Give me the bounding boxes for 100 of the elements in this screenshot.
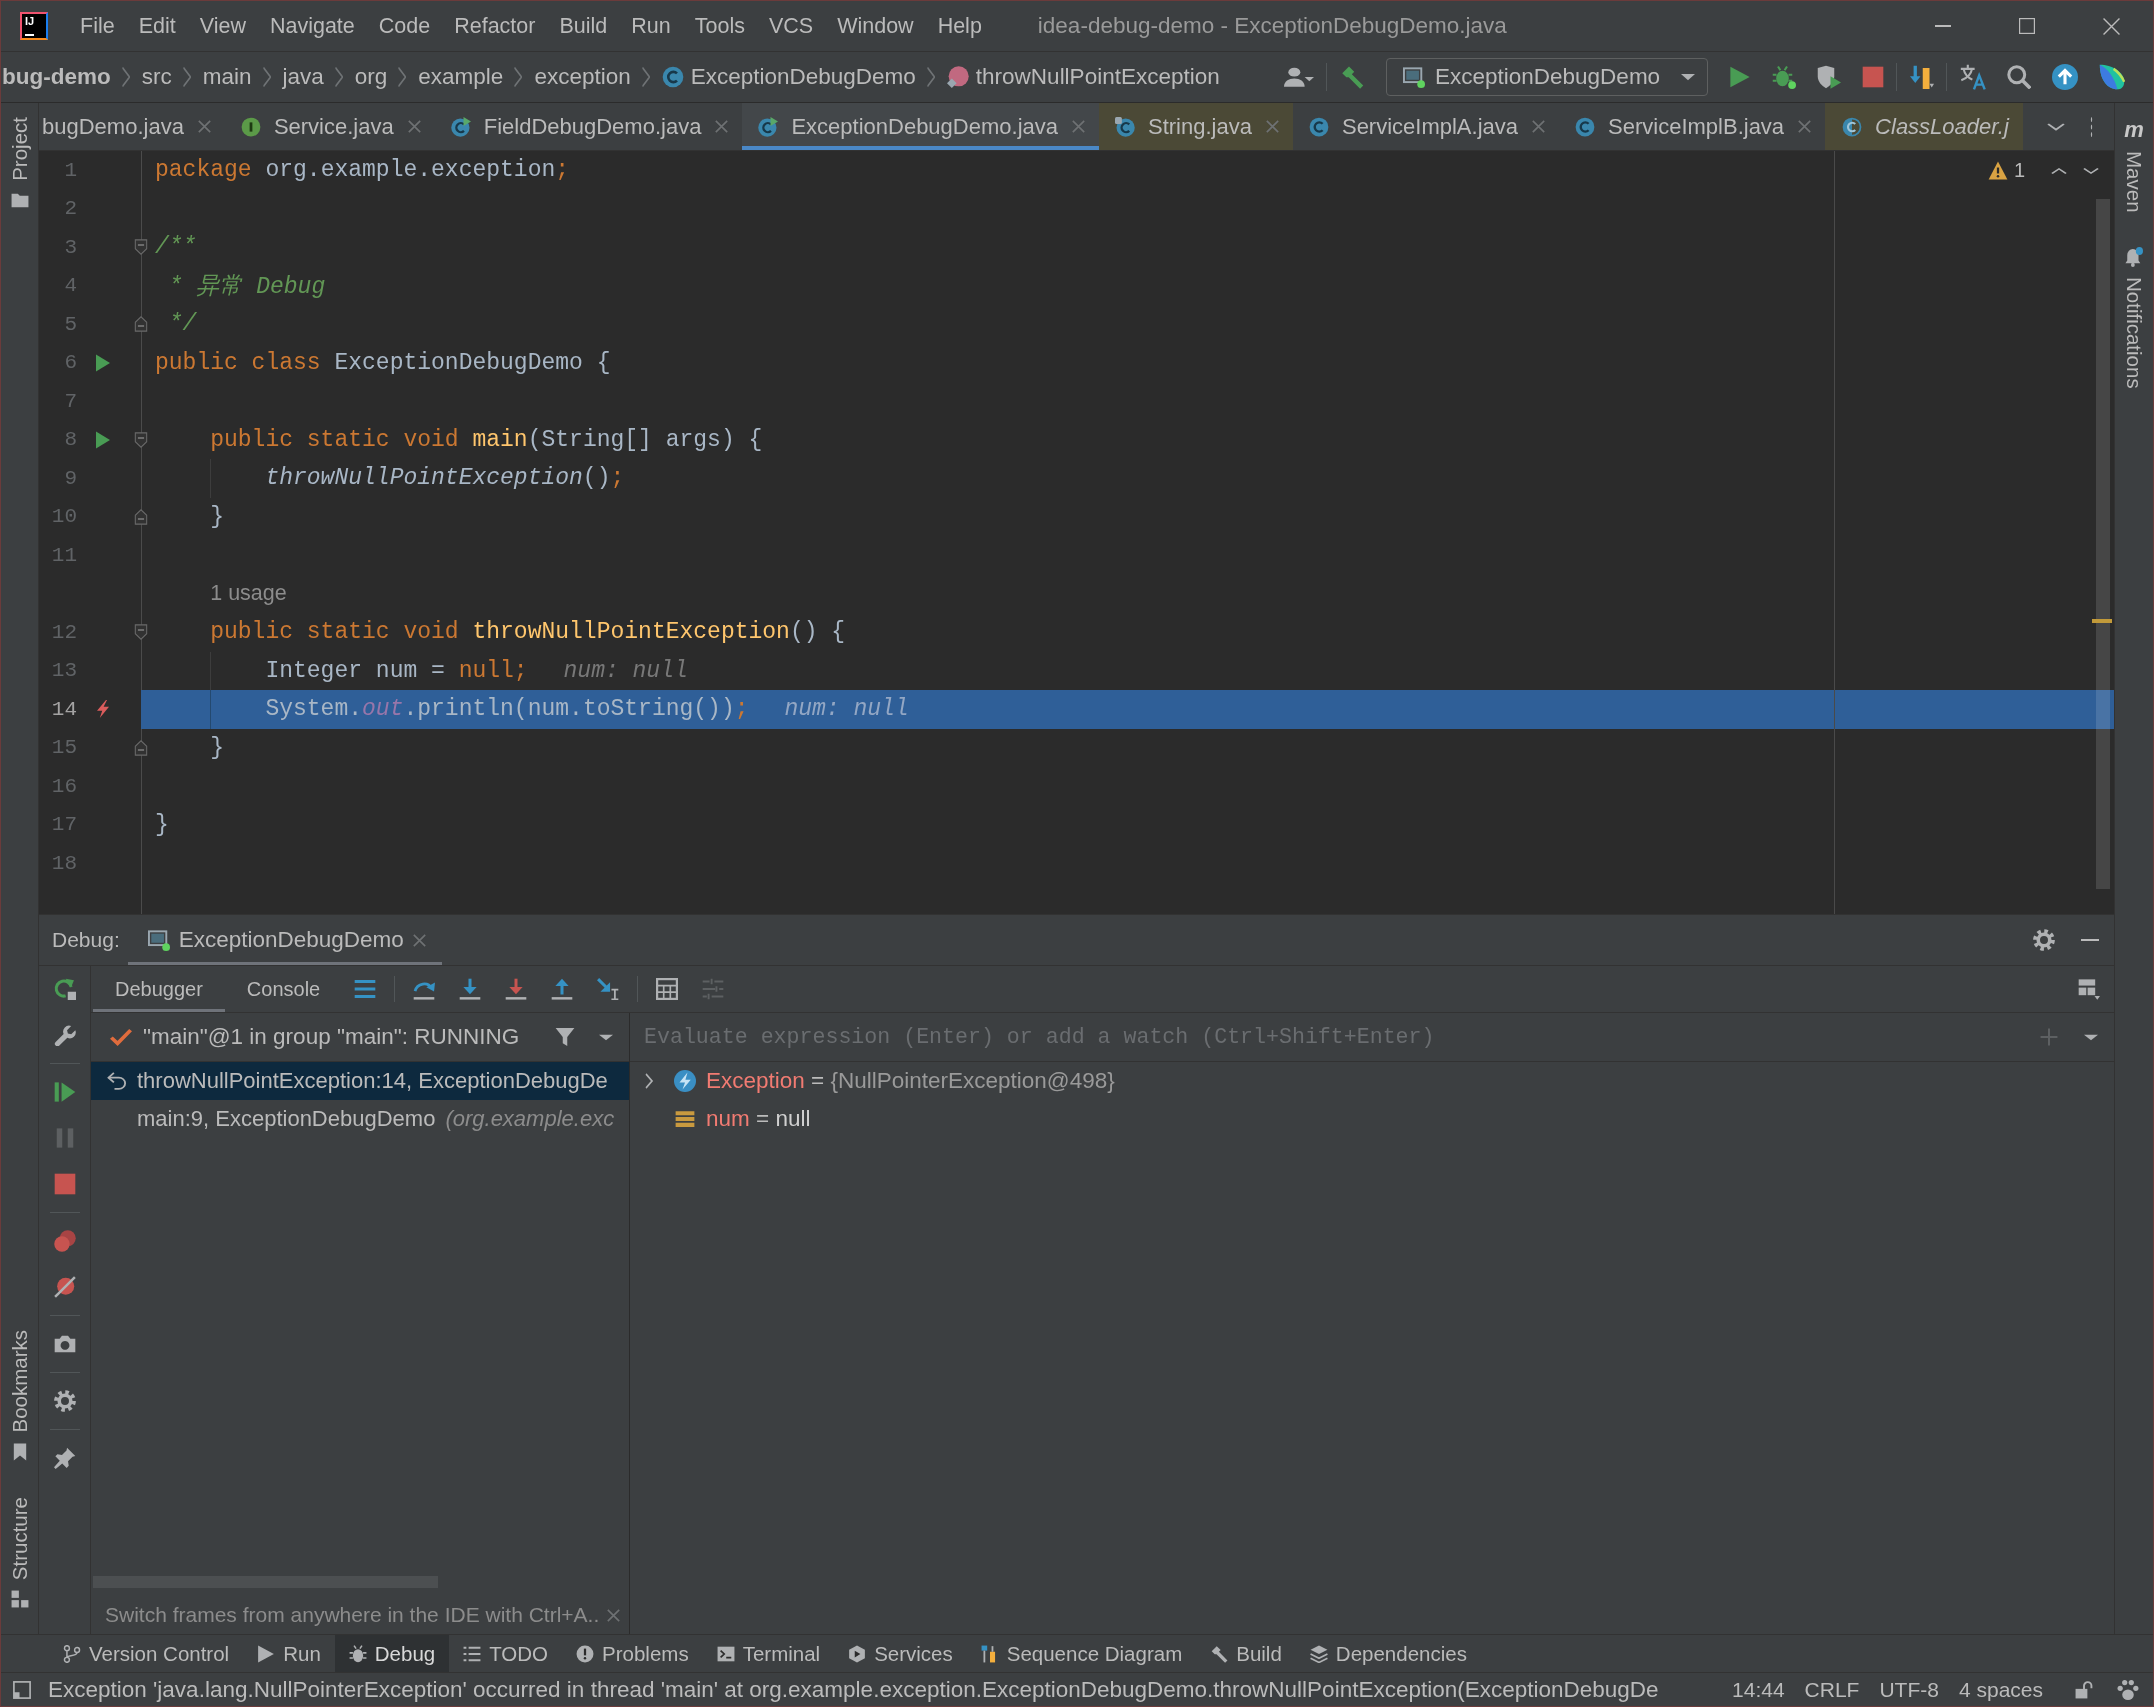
status-item[interactable]: 14:44 [1722, 1677, 1795, 1702]
editor-tab[interactable]: String.java [1099, 103, 1293, 150]
menu-item[interactable]: File [68, 13, 127, 39]
menu-item[interactable]: Help [925, 13, 994, 39]
menu-item[interactable]: Run [619, 13, 683, 39]
pin-icon[interactable] [53, 1447, 76, 1469]
menu-item[interactable]: View [187, 13, 258, 39]
chevron-up-icon[interactable] [2051, 165, 2067, 176]
editor-tab[interactable]: ServiceImplB.java [1559, 103, 1826, 150]
run-icon[interactable] [95, 353, 111, 372]
force-step-into-icon[interactable] [505, 978, 528, 1000]
tool-window-button[interactable]: Sequence Diagram [966, 1635, 1197, 1672]
bug-icon[interactable] [1771, 65, 1796, 89]
tool-window-button[interactable]: Terminal [702, 1635, 835, 1672]
breadcrumb-item[interactable]: ExceptionDebugDemo [661, 64, 916, 90]
status-item[interactable]: UTF-8 [1869, 1677, 1949, 1702]
tool-window-button[interactable]: Build [1196, 1635, 1296, 1672]
fold-marker-icon[interactable] [134, 624, 148, 641]
rerun-icon[interactable] [53, 978, 76, 1000]
editor-tab[interactable]: bugDemo.java [39, 103, 225, 150]
camera-icon[interactable] [53, 1333, 76, 1355]
maximize-icon[interactable] [2019, 18, 2035, 34]
chevron-down-icon[interactable] [2083, 165, 2099, 176]
editor-tab[interactable]: ExceptionDebugDemo.java [742, 103, 1099, 150]
variable-tree-item[interactable]: Exception = {NullPointerException@498} [630, 1062, 2114, 1100]
stop-icon[interactable] [53, 1173, 76, 1195]
fold-marker-icon[interactable] [134, 239, 148, 256]
breakpoints-icon[interactable] [53, 1230, 76, 1252]
status-item[interactable]: CRLF [1794, 1677, 1870, 1702]
vcs-update-icon[interactable] [1909, 65, 1934, 89]
breadcrumb-item[interactable]: exception [534, 64, 631, 90]
tool-window-button[interactable]: TODO [449, 1635, 563, 1672]
stop-icon[interactable] [1861, 66, 1884, 88]
paw-icon[interactable] [2117, 1678, 2139, 1701]
leaf-logo-icon[interactable] [2098, 64, 2125, 90]
breadcrumb-item[interactable]: example [418, 64, 504, 90]
breadcrumb-item[interactable]: main [202, 64, 252, 90]
search-icon[interactable] [2006, 65, 2031, 89]
lightning-icon[interactable] [95, 700, 111, 719]
thread-selector[interactable]: "main"@1 in group "main": RUNNING [110, 1024, 555, 1050]
menu-item[interactable]: Window [825, 13, 926, 39]
tool-window-button[interactable]: Bookmarks [7, 1330, 32, 1461]
warning-count[interactable]: 1 [2013, 159, 2025, 182]
step-into-icon[interactable] [459, 978, 482, 1000]
editor-tab[interactable]: ClassLoader.j [1825, 103, 2023, 150]
breadcrumb-item[interactable]: java [282, 64, 324, 90]
vertical-scrollbar[interactable] [2096, 199, 2110, 889]
settings-icon[interactable] [53, 1390, 76, 1412]
tool-window-button[interactable]: Notifications [2122, 246, 2146, 389]
calculator-icon[interactable] [656, 978, 679, 1000]
breadcrumb-item[interactable]: bug-demo [2, 64, 111, 90]
mute-breakpoints-icon[interactable] [53, 1276, 76, 1298]
filter-icon[interactable] [555, 1027, 575, 1047]
user-dropdown-icon[interactable] [1283, 66, 1314, 88]
menu-item[interactable]: Code [366, 13, 443, 39]
caret-down-icon[interactable] [2084, 1032, 2098, 1042]
session-tab[interactable]: ExceptionDebugDemo [127, 915, 442, 965]
more-vertical-icon[interactable] [2089, 116, 2094, 137]
settings-icon[interactable] [2033, 929, 2055, 951]
tool-window-button[interactable]: Problems [562, 1635, 703, 1672]
usages-hint[interactable]: 1 usage [210, 581, 287, 607]
editor-tab[interactable]: ServiceImplA.java [1292, 103, 1560, 150]
close-icon[interactable] [2102, 17, 2120, 35]
run-icon[interactable] [1728, 66, 1751, 88]
breadcrumb-item[interactable]: throwNullPointException [946, 64, 1220, 90]
menu-item[interactable]: VCS [756, 13, 826, 39]
editor-tab[interactable]: FieldDebugDemo.java [434, 103, 743, 150]
tool-window-button[interactable]: Dependencies [1295, 1635, 1481, 1672]
stack-frame[interactable]: throwNullPointException:14, ExceptionDebugDe [91, 1062, 629, 1100]
translate-icon[interactable] [1959, 64, 1986, 90]
tool-window-button[interactable]: Run [243, 1635, 335, 1672]
run-icon[interactable] [95, 430, 111, 449]
lock-icon[interactable] [2075, 1680, 2093, 1699]
status-message[interactable]: Exception 'java.lang.NullPointerException' occurred in thread 'main' at org.example.exception.ExceptionDebugDemo.throwNullPointException(ExceptionDebugDe [48, 1676, 1659, 1703]
status-item[interactable]: 4 spaces [1948, 1677, 2053, 1702]
menu-item[interactable]: Refactor [442, 13, 548, 39]
menu-item[interactable]: Tools [682, 13, 757, 39]
fold-marker-icon[interactable] [134, 316, 148, 333]
step-out-icon[interactable] [551, 978, 574, 1000]
debugger-tab[interactable]: Console [224, 966, 343, 1012]
menu-item[interactable]: Navigate [257, 13, 367, 39]
warning-marker[interactable] [2092, 619, 2112, 623]
fold-marker-icon[interactable] [134, 508, 148, 525]
run-configuration-dropdown[interactable]: ExceptionDebugDemo [1386, 58, 1708, 96]
wrench-icon[interactable] [53, 1024, 76, 1046]
stack-frame[interactable]: main:9, ExceptionDebugDemo (org.example.exc [91, 1100, 629, 1138]
resume-icon[interactable] [53, 1081, 76, 1103]
fold-marker-icon[interactable] [134, 739, 148, 756]
breadcrumb-item[interactable]: src [141, 64, 172, 90]
lines-icon[interactable] [354, 978, 377, 1000]
breadcrumb-item[interactable]: org [354, 64, 388, 90]
tool-window-button[interactable]: Services [834, 1635, 967, 1672]
menu-item[interactable]: Edit [126, 13, 188, 39]
run-to-cursor-icon[interactable] [597, 978, 620, 1000]
shield-run-icon[interactable] [1816, 65, 1841, 89]
tool-window-button[interactable]: Structure [7, 1496, 32, 1608]
tool-window-button[interactable]: Debug [334, 1635, 450, 1672]
editor-tab[interactable]: Service.java [224, 103, 435, 150]
debugger-tab[interactable]: Debugger [93, 966, 225, 1012]
tool-window-button[interactable]: Version Control [49, 1635, 244, 1672]
